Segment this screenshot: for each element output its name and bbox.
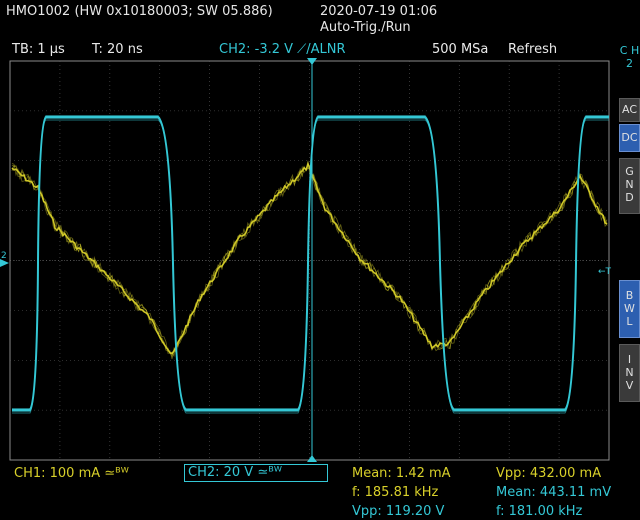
measurement-ch1-mean: Mean: 1.42 mA (352, 466, 451, 481)
trigger-time-readout[interactable]: T: 20 ns (92, 42, 143, 57)
inv-button[interactable]: I N V (619, 344, 640, 402)
channel-tab-char: H (630, 44, 640, 57)
measurement-ch2-vpp: Vpp: 119.20 V (352, 504, 445, 519)
measurement-ch2-mean: Mean: 443.11 mV (496, 485, 612, 500)
channel-tab-char: C (619, 44, 628, 57)
bwl-button[interactable]: B W L (619, 280, 640, 338)
waveform-display[interactable]: 2 ←T (0, 58, 614, 462)
graticule-border (9, 60, 610, 461)
coupling-dc-label: DC (621, 131, 638, 144)
inv-char: V (625, 379, 634, 392)
inv-char: N (625, 366, 634, 379)
gnd-char: G (625, 165, 634, 178)
trigger-setting-readout[interactable]: CH2: -3.2 V ⟋/ALNR (219, 42, 346, 57)
coupling-dc-button[interactable]: DC (619, 124, 640, 152)
measurement-ch1-vpp: Vpp: 432.00 mA (496, 466, 602, 481)
coupling-ac-label: AC (621, 103, 637, 116)
bwl-char: L (626, 315, 633, 328)
sample-rate-readout[interactable]: 500 MSa (432, 42, 488, 57)
datetime: 2020-07-19 01:06 (320, 4, 438, 19)
trigger-level-marker[interactable]: ←T (598, 267, 612, 277)
channel-tab-char: 2 (626, 57, 633, 70)
acquisition-mode-readout[interactable]: Refresh (508, 42, 557, 57)
trigger-mode: Auto-Trig./Run (320, 20, 411, 35)
ch2-offset-label: 2 (1, 251, 7, 261)
measurement-ch1-frequency: f: 185.81 kHz (352, 485, 439, 500)
timebase-readout[interactable]: TB: 1 µs (12, 42, 65, 57)
device-info: HMO1002 (HW 0x10180003; SW 05.886) (6, 4, 273, 19)
gnd-char: D (625, 191, 634, 204)
inv-char: I (627, 353, 632, 366)
gnd-char: N (625, 178, 634, 191)
bwl-char: B (625, 289, 634, 302)
gnd-button[interactable]: G N D (619, 158, 640, 214)
measurement-ch2-frequency: f: 181.00 kHz (496, 504, 583, 519)
channel-tab[interactable]: C H 2 (619, 44, 640, 70)
ch2-scale[interactable]: CH2: 20 V ≃ᴮᵂ (184, 464, 328, 482)
coupling-ac-button[interactable]: AC (619, 98, 640, 122)
bwl-char: W (624, 302, 635, 315)
ch1-scale[interactable]: CH1: 100 mA ≃ᴮᵂ (14, 466, 129, 481)
